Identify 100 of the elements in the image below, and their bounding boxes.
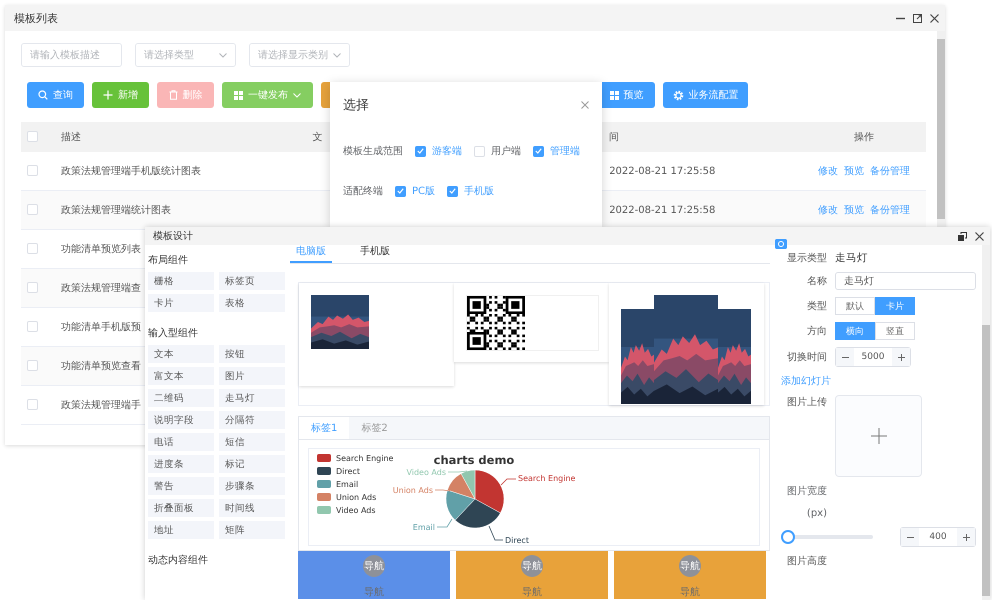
component-item[interactable]: 标签页 bbox=[219, 272, 285, 290]
qr-code-card[interactable] bbox=[454, 283, 609, 362]
component-item[interactable]: 图片 bbox=[219, 367, 285, 385]
component-item[interactable]: 步骤条 bbox=[219, 477, 285, 495]
component-item[interactable]: 矩阵 bbox=[219, 521, 285, 539]
component-item[interactable]: 电话 bbox=[148, 433, 214, 451]
column-header: 描述 bbox=[55, 122, 307, 152]
component-item[interactable]: 富文本 bbox=[148, 367, 214, 385]
slider-thumb[interactable] bbox=[781, 530, 795, 544]
segment-option[interactable]: 默认 bbox=[835, 297, 875, 315]
nav-tile[interactable]: 导航 导航 bbox=[614, 551, 766, 599]
plus-icon bbox=[962, 534, 970, 540]
legend-swatch[interactable] bbox=[317, 480, 331, 488]
form-label: 适配终端 bbox=[343, 184, 383, 198]
minus-icon bbox=[842, 356, 848, 358]
component-item[interactable]: 栅格 bbox=[148, 272, 214, 290]
checkbox[interactable] bbox=[395, 186, 406, 196]
component-item[interactable]: 标记 bbox=[219, 455, 285, 473]
component-item[interactable]: 表格 bbox=[219, 294, 285, 312]
column-header: 操作 bbox=[802, 122, 926, 152]
caret-icon bbox=[333, 52, 341, 58]
legend-label[interactable]: Union Ads bbox=[336, 493, 376, 502]
component-item[interactable]: 地址 bbox=[148, 521, 214, 539]
checkbox[interactable] bbox=[415, 146, 426, 156]
search-field[interactable]: 请输入模板描述 bbox=[21, 43, 122, 67]
increment-button[interactable] bbox=[892, 348, 910, 366]
minus-icon bbox=[906, 536, 914, 538]
restore-icon[interactable] bbox=[958, 232, 967, 240]
component-item[interactable]: 说明字段 bbox=[148, 411, 214, 429]
slice-label: Email bbox=[412, 523, 435, 532]
legend-swatch[interactable] bbox=[317, 506, 331, 514]
maximize-icon[interactable] bbox=[913, 14, 922, 22]
search-icon bbox=[38, 90, 48, 100]
leader-line bbox=[448, 470, 468, 472]
component-item[interactable]: 警告 bbox=[148, 477, 214, 495]
legend-label[interactable]: Video Ads bbox=[336, 506, 376, 515]
nav-tile[interactable]: 导航 导航 bbox=[298, 551, 450, 599]
form-label: 显示类型 bbox=[786, 252, 827, 265]
legend-swatch[interactable] bbox=[317, 454, 331, 462]
name-input[interactable]: 走马灯 bbox=[835, 272, 976, 290]
edit-icon[interactable] bbox=[775, 239, 787, 249]
unit-label: (px) bbox=[806, 508, 827, 519]
nav-circle[interactable]: 导航 bbox=[363, 555, 385, 577]
nav-circle[interactable]: 导航 bbox=[679, 555, 701, 577]
increment-button[interactable] bbox=[957, 528, 975, 546]
form-label: 类型 bbox=[806, 300, 827, 313]
slider[interactable] bbox=[781, 530, 873, 544]
slice-label: Union Ads bbox=[392, 486, 433, 495]
column-header: 间 bbox=[603, 122, 802, 152]
plus-icon bbox=[103, 90, 113, 100]
image-card[interactable] bbox=[299, 283, 454, 386]
checkbox[interactable] bbox=[447, 186, 458, 196]
legend-label[interactable]: Search Engine bbox=[336, 454, 394, 463]
stepper-value: 400 bbox=[928, 531, 948, 544]
component-item[interactable]: 走马灯 bbox=[219, 389, 285, 407]
leader-line bbox=[434, 490, 450, 492]
tab[interactable]: 手机版 bbox=[354, 245, 396, 263]
component-item[interactable]: 折叠面板 bbox=[148, 499, 214, 517]
segment-option[interactable]: 竖直 bbox=[875, 322, 915, 340]
nav-tile[interactable]: 导航 导航 bbox=[456, 551, 608, 599]
component-item[interactable]: 时间线 bbox=[219, 499, 285, 517]
form-label: 图片上传 bbox=[786, 396, 827, 409]
component-item[interactable]: 进度条 bbox=[148, 455, 214, 473]
decrement-button[interactable] bbox=[901, 528, 919, 546]
close-icon[interactable] bbox=[975, 232, 984, 240]
component-item[interactable]: 二维码 bbox=[148, 389, 214, 407]
slice-label: Video Ads bbox=[406, 468, 446, 477]
number-stepper[interactable]: 5000 bbox=[835, 347, 911, 367]
section-heading: 输入型组件 bbox=[148, 326, 199, 340]
decrement-button[interactable] bbox=[836, 348, 854, 366]
component-item[interactable]: 卡片 bbox=[148, 294, 214, 312]
form-label: 名称 bbox=[806, 275, 827, 288]
legend-swatch[interactable] bbox=[317, 467, 331, 475]
component-item[interactable]: 短信 bbox=[219, 433, 285, 451]
checkbox[interactable] bbox=[533, 146, 544, 156]
component-item[interactable]: 文本 bbox=[148, 345, 214, 363]
close-icon[interactable] bbox=[930, 14, 939, 22]
leader-line bbox=[500, 478, 516, 486]
nav-circle[interactable]: 导航 bbox=[521, 555, 543, 577]
legend-label[interactable]: Direct bbox=[336, 467, 360, 476]
pie-chart-drawing bbox=[446, 470, 504, 528]
legend-label[interactable]: Email bbox=[336, 480, 358, 489]
plus-icon bbox=[898, 354, 904, 360]
caret-icon bbox=[293, 92, 301, 98]
component-item[interactable]: 分隔符 bbox=[219, 411, 285, 429]
slice-label: Direct bbox=[505, 536, 529, 545]
grid-icon bbox=[234, 90, 243, 100]
scrollbar[interactable] bbox=[937, 31, 945, 227]
legend-swatch[interactable] bbox=[317, 493, 331, 501]
section-heading: 动态内容组件 bbox=[148, 554, 209, 567]
nav-caption: 导航 bbox=[364, 586, 384, 599]
window-title: 模板设计 bbox=[153, 230, 194, 243]
leader-line bbox=[436, 518, 452, 528]
scrollbar[interactable] bbox=[982, 245, 990, 600]
table-cell: 2022-08-21 17:25:58 bbox=[603, 190, 802, 230]
number-stepper[interactable]: 400 bbox=[900, 527, 976, 547]
component-item[interactable]: 按钮 bbox=[219, 345, 285, 363]
form-label: 方向 bbox=[806, 324, 827, 338]
section-heading: 布局组件 bbox=[148, 254, 189, 267]
form-label: 图片高度 bbox=[786, 554, 827, 568]
